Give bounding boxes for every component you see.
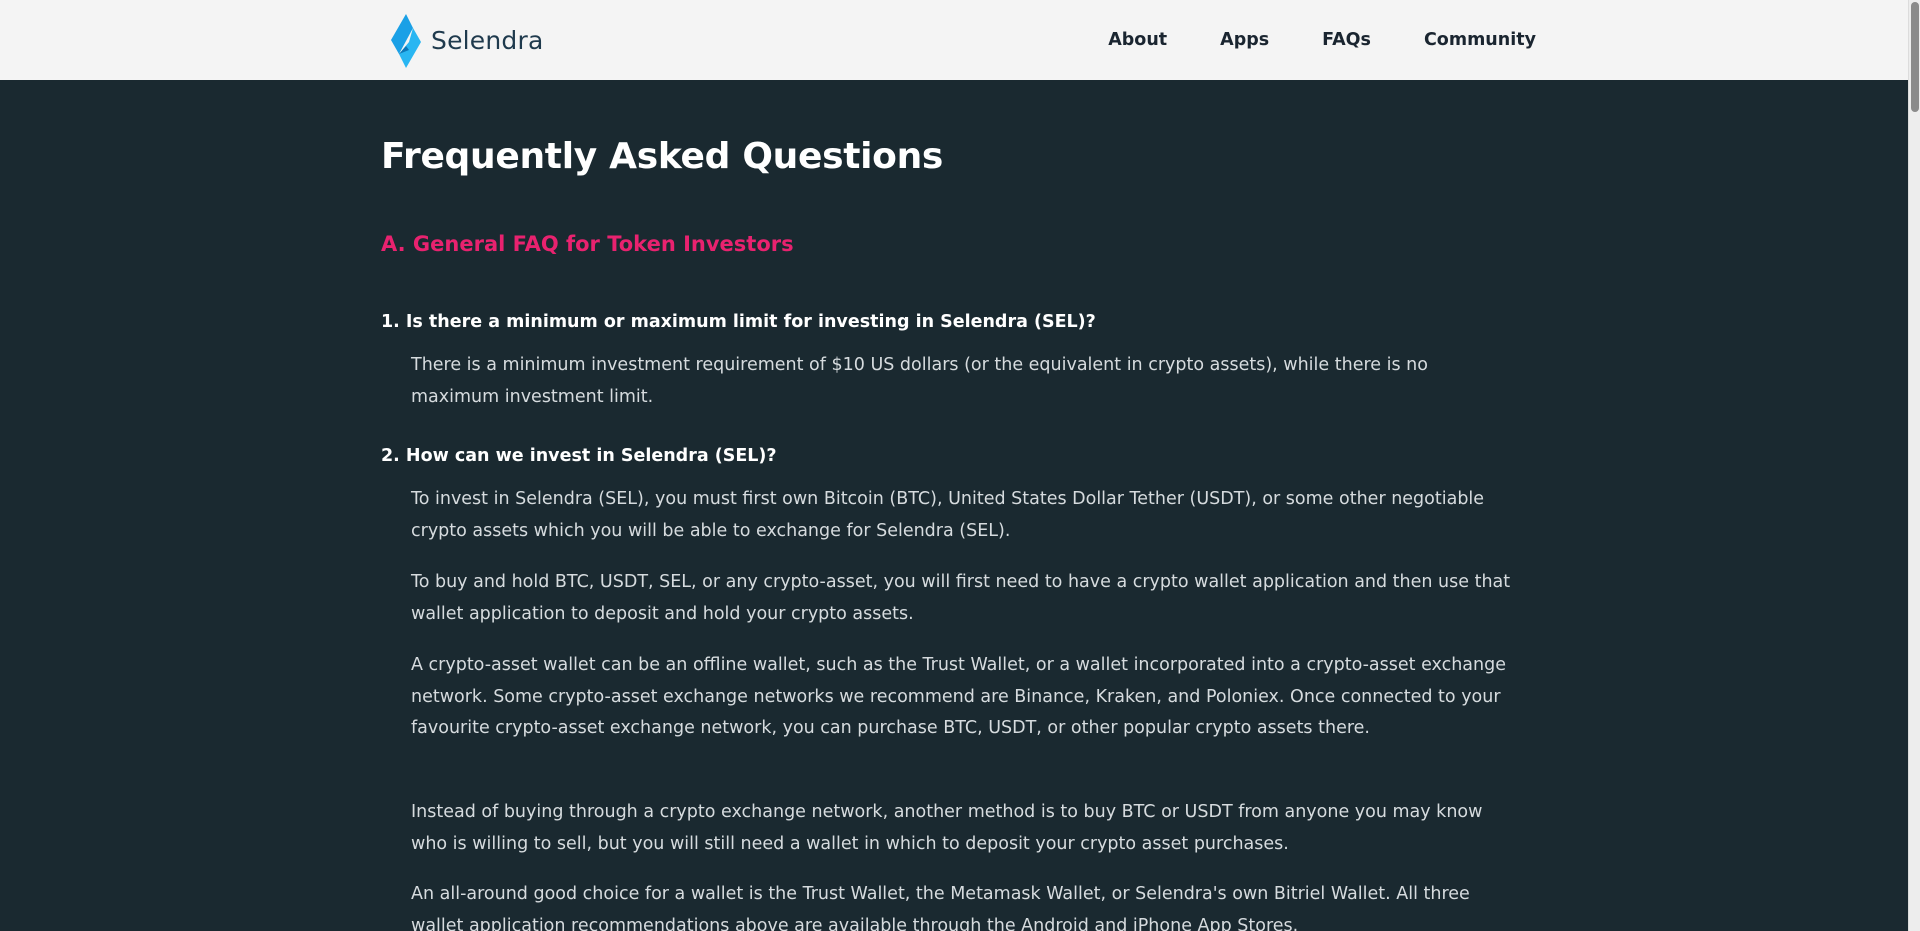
nav-about[interactable]: About	[1108, 30, 1167, 50]
section-title: A. General FAQ for Token Investors	[381, 232, 794, 256]
faq-answer-2-paragraph-1: To invest in Selendra (SEL), you must fi…	[411, 489, 1485, 541]
faq-answer-2-paragraph-5: An all-around good choice for a wallet i…	[411, 884, 1470, 931]
site-header: Selendra About Apps FAQs Community	[0, 0, 1908, 80]
main-nav: About Apps FAQs Community	[1108, 0, 1536, 80]
faq-answer-2-paragraph-2: To buy and hold BTC, USDT, SEL, or any c…	[411, 572, 1511, 624]
page: Selendra About Apps FAQs Community Frequ…	[0, 0, 1920, 931]
nav-apps[interactable]: Apps	[1220, 30, 1269, 50]
logo-link[interactable]: Selendra	[387, 12, 544, 68]
vertical-scrollbar[interactable]	[1908, 0, 1920, 931]
faq-answer-2-paragraph-4: Instead of buying through a crypto excha…	[411, 802, 1483, 854]
selendra-logo-icon	[391, 14, 421, 68]
faq-answer-1-paragraph-1: There is a minimum investment requiremen…	[411, 355, 1428, 407]
nav-faqs[interactable]: FAQs	[1322, 30, 1371, 50]
faq-question-2: 2. How can we invest in Selendra (SEL)?	[381, 446, 777, 466]
page-title: Frequently Asked Questions	[381, 136, 944, 177]
faq-answer-2-paragraph-3: A crypto-asset wallet can be an offline …	[411, 655, 1506, 738]
faq-question-1: 1. Is there a minimum or maximum limit f…	[381, 312, 1096, 332]
scrollbar-thumb[interactable]	[1911, 2, 1919, 112]
logo-text: Selendra	[431, 25, 544, 55]
nav-community[interactable]: Community	[1424, 30, 1536, 50]
